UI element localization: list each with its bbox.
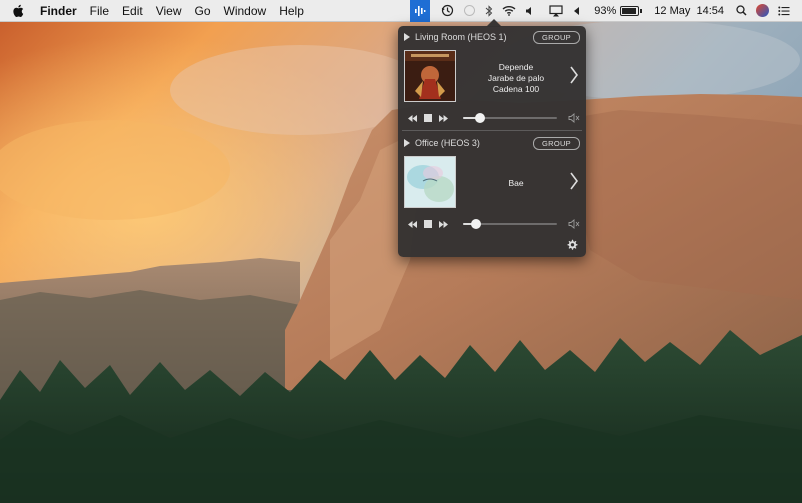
album-art [404, 156, 456, 208]
menu-view[interactable]: View [156, 4, 182, 18]
menu-help[interactable]: Help [279, 4, 304, 18]
chevron-right-icon[interactable] [568, 64, 580, 86]
rewind-icon[interactable] [408, 114, 417, 122]
chevron-right-icon[interactable] [568, 170, 580, 192]
menu-bar: Finder File Edit View Go Window Help 93%… [0, 0, 802, 22]
playback-controls [408, 112, 580, 124]
track-artist: Jarabe de palo [487, 73, 545, 83]
volume-slider[interactable] [463, 219, 557, 229]
user-avatar-icon[interactable] [756, 0, 769, 22]
album-art [404, 50, 456, 102]
play-zone-icon[interactable] [404, 139, 410, 147]
volume-slider[interactable] [463, 113, 557, 123]
menu-go[interactable]: Go [195, 4, 211, 18]
volume-slider-knob[interactable] [471, 219, 482, 229]
airplay-icon[interactable] [549, 0, 563, 22]
notification-center-icon[interactable] [778, 0, 790, 22]
now-playing-info: Bae [464, 178, 568, 189]
wifi-icon[interactable] [502, 0, 516, 22]
heos-popover: Living Room (HEOS 1) GROUP Depende Jarab… [398, 19, 586, 257]
menu-edit[interactable]: Edit [122, 4, 143, 18]
status-circle-icon[interactable] [463, 0, 476, 22]
play-zone-icon[interactable] [404, 33, 410, 41]
battery-percent: 93% [594, 4, 617, 17]
fast-forward-icon[interactable] [439, 114, 448, 122]
menu-bar-status-area: 93% 12 May 14:54 [410, 0, 802, 22]
stop-icon [424, 220, 432, 228]
track-title: Bae [508, 178, 524, 188]
zone-name[interactable]: Office (HEOS 3) [415, 138, 480, 148]
group-button[interactable]: GROUP [532, 30, 580, 44]
fast-forward-icon[interactable] [439, 220, 448, 228]
track-station: Cadena 100 [492, 84, 540, 94]
time-machine-icon[interactable] [441, 0, 454, 22]
menu-app-finder[interactable]: Finder [40, 4, 77, 18]
volume-slider-knob[interactable] [474, 113, 485, 123]
menu-file[interactable]: File [90, 4, 109, 18]
stop-button[interactable] [424, 220, 432, 228]
playback-controls [408, 218, 580, 230]
battery-icon [620, 5, 640, 16]
zone-name[interactable]: Living Room (HEOS 1) [415, 32, 507, 42]
battery-indicator[interactable]: 93% [594, 0, 643, 22]
now-playing-info: Depende Jarabe de palo Cadena 100 [464, 62, 568, 95]
clock[interactable]: 12 May 14:54 [654, 0, 724, 22]
stop-button[interactable] [424, 114, 432, 122]
speaker-mute-icon[interactable] [568, 219, 580, 229]
zone-office: Office (HEOS 3) GROUP Bae [398, 132, 586, 244]
group-button[interactable]: GROUP [532, 136, 580, 150]
spotlight-search-icon[interactable] [736, 0, 747, 22]
zone-divider [402, 130, 582, 131]
volume-icon[interactable] [525, 0, 535, 22]
zone-living-room: Living Room (HEOS 1) GROUP Depende Jarab… [398, 26, 586, 138]
menu-window[interactable]: Window [224, 4, 267, 18]
speaker-mute-icon[interactable] [568, 113, 580, 123]
zone-header: Office (HEOS 3) GROUP [404, 136, 580, 150]
sound-output-icon[interactable] [572, 0, 580, 22]
apple-logo-icon[interactable] [12, 4, 26, 18]
settings-gear-icon[interactable] [566, 239, 578, 251]
battery-tip [640, 8, 643, 13]
heos-menu-icon[interactable] [410, 0, 431, 22]
rewind-icon[interactable] [408, 220, 417, 228]
zone-header: Living Room (HEOS 1) GROUP [404, 30, 580, 44]
track-title: Depende [498, 62, 534, 72]
stop-icon [424, 114, 432, 122]
battery-level [622, 7, 637, 14]
